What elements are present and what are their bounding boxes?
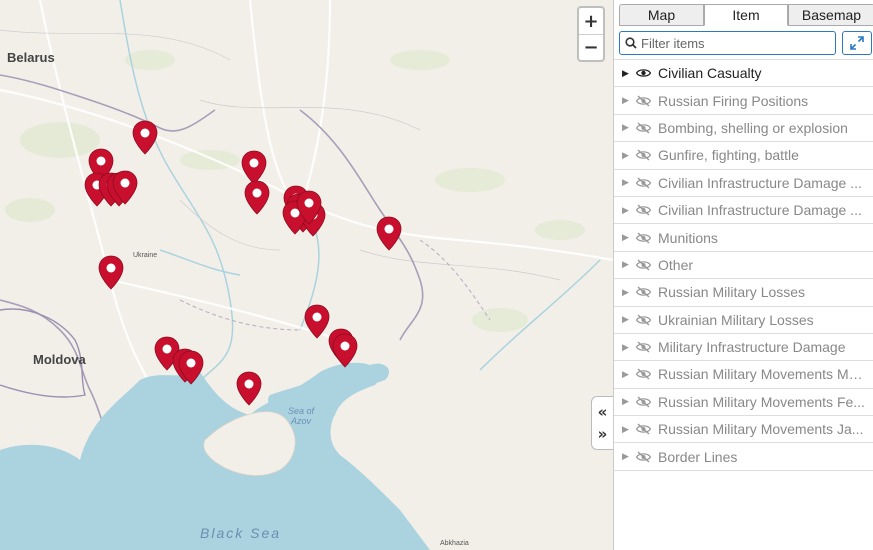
expand-caret-icon[interactable]: ▶ (622, 150, 636, 161)
layer-list: ▶ Civilian Casualty ▶ Russian Firing Positi… (614, 59, 873, 471)
layer-name: Russian Military Movements Ma... (658, 366, 868, 383)
layer-item[interactable]: ▶ Gunfire, fighting, battle (614, 142, 873, 170)
expand-arrows-icon (850, 36, 864, 50)
map-marker-icon[interactable] (178, 350, 204, 385)
filter-items-input[interactable] (641, 35, 826, 51)
layer-item[interactable]: ▶ Bombing, shelling or explosion (614, 115, 873, 143)
expand-caret-icon[interactable]: ▶ (622, 342, 636, 353)
layer-name: Russian Military Movements Fe... (658, 393, 865, 410)
expand-caret-icon[interactable]: ▶ (622, 177, 636, 188)
expand-caret-icon[interactable]: ▶ (622, 287, 636, 298)
filter-row (619, 31, 873, 55)
zoom-control: + − (577, 6, 605, 62)
layer-name: Civilian Infrastructure Damage ... (658, 174, 862, 191)
layer-item[interactable]: ▶ Russian Military Movements Ma... (614, 361, 873, 389)
eye-slash-icon[interactable] (636, 232, 652, 244)
eye-slash-icon[interactable] (636, 396, 652, 408)
map-view[interactable]: Belarus Moldova Ukraine Black Sea Sea of… (0, 0, 613, 550)
layer-item[interactable]: ▶ Civilian Infrastructure Damage ... (614, 197, 873, 225)
eye-slash-icon[interactable] (636, 423, 652, 435)
layer-item[interactable]: ▶ Ukrainian Military Losses (614, 307, 873, 334)
eye-slash-icon[interactable] (636, 314, 652, 326)
zoom-in-button[interactable]: + (579, 8, 603, 34)
layer-name: Munitions (658, 229, 718, 246)
layer-name: Russian Military Losses (658, 284, 806, 301)
layer-name: Civilian Infrastructure Damage ... (658, 202, 862, 219)
layer-name: Bombing, shelling or explosion (658, 119, 848, 136)
layers-panel: Map Item Basemap ▶ Civilian Casualty ▶ Russ… (613, 0, 873, 550)
eye-slash-icon[interactable] (636, 149, 652, 161)
tab-item[interactable]: Item (704, 4, 788, 26)
layer-item[interactable]: ▶ Border Lines (614, 443, 873, 471)
tab-map[interactable]: Map (619, 4, 704, 26)
map-marker-icon[interactable] (332, 333, 358, 368)
eye-slash-icon[interactable] (636, 259, 652, 271)
layer-name: Gunfire, fighting, battle (658, 147, 799, 164)
label-abkhazia: Abkhazia (440, 540, 469, 547)
label-black-sea: Black Sea (200, 525, 282, 541)
eye-slash-icon[interactable] (636, 95, 652, 107)
layer-item[interactable]: ▶ Munitions (614, 224, 873, 252)
layer-name: Border Lines (658, 448, 738, 465)
layer-item[interactable]: ▶ Other (614, 252, 873, 280)
layer-name: Military Infrastructure Damage (658, 339, 846, 356)
label-moldova: Moldova (33, 352, 86, 367)
expand-button[interactable] (842, 31, 872, 55)
expand-panel-icon[interactable]: » (598, 427, 608, 442)
eye-slash-icon[interactable] (636, 341, 652, 353)
eye-slash-icon[interactable] (636, 122, 652, 134)
expand-caret-icon[interactable]: ▶ (622, 205, 636, 216)
expand-caret-icon[interactable]: ▶ (622, 259, 636, 270)
layer-item[interactable]: ▶ Civilian Infrastructure Damage ... (614, 170, 873, 197)
layer-name: Russian Military Movements Ja... (658, 421, 864, 438)
zoom-out-button[interactable]: − (579, 34, 603, 60)
layer-item[interactable]: ▶ Russian Military Losses (614, 279, 873, 307)
panel-toggle: « » (591, 396, 613, 450)
expand-caret-icon[interactable]: ▶ (622, 424, 636, 435)
map-marker-icon[interactable] (304, 304, 330, 339)
basemap (0, 0, 613, 550)
map-marker-icon[interactable] (376, 216, 402, 251)
search-icon (625, 37, 637, 49)
layer-item[interactable]: ▶ Military Infrastructure Damage (614, 334, 873, 362)
eye-slash-icon[interactable] (636, 286, 652, 298)
eye-slash-icon[interactable] (636, 451, 652, 463)
map-marker-icon[interactable] (112, 170, 138, 205)
eye-slash-icon[interactable] (636, 204, 652, 216)
map-marker-icon[interactable] (244, 180, 270, 215)
map-marker-icon[interactable] (132, 120, 158, 155)
tab-basemap[interactable]: Basemap (788, 4, 873, 26)
panel-tabs: Map Item Basemap (619, 4, 873, 26)
layer-item[interactable]: ▶ Russian Military Movements Fe... (614, 389, 873, 417)
layer-item[interactable]: ▶ Russian Firing Positions (614, 87, 873, 115)
label-ukraine: Ukraine (133, 252, 158, 259)
map-marker-icon[interactable] (296, 190, 322, 225)
map-marker-icon[interactable] (98, 255, 124, 290)
collapse-panel-icon[interactable]: « (598, 405, 608, 420)
layer-name: Other (658, 256, 694, 273)
label-sea-of-azov: Sea of Azov (288, 406, 315, 426)
map-marker-icon[interactable] (236, 371, 262, 406)
expand-caret-icon[interactable]: ▶ (622, 232, 636, 243)
layer-item[interactable]: ▶ Russian Military Movements Ja... (614, 416, 873, 444)
label-belarus: Belarus (7, 50, 55, 65)
filter-box (619, 31, 836, 55)
eye-slash-icon[interactable] (636, 177, 652, 189)
expand-caret-icon[interactable]: ▶ (622, 369, 636, 380)
layer-name: Civilian Casualty (658, 65, 762, 82)
expand-caret-icon[interactable]: ▶ (622, 314, 636, 325)
eye-icon[interactable] (636, 67, 652, 79)
expand-caret-icon[interactable]: ▶ (622, 68, 636, 79)
eye-slash-icon[interactable] (636, 368, 652, 381)
layer-name: Ukrainian Military Losses (658, 311, 814, 328)
expand-caret-icon[interactable]: ▶ (622, 122, 636, 133)
expand-caret-icon[interactable]: ▶ (622, 396, 636, 407)
expand-caret-icon[interactable]: ▶ (622, 451, 636, 462)
layer-name: Russian Firing Positions (658, 92, 809, 109)
expand-caret-icon[interactable]: ▶ (622, 95, 636, 106)
layer-item[interactable]: ▶ Civilian Casualty (614, 60, 873, 88)
